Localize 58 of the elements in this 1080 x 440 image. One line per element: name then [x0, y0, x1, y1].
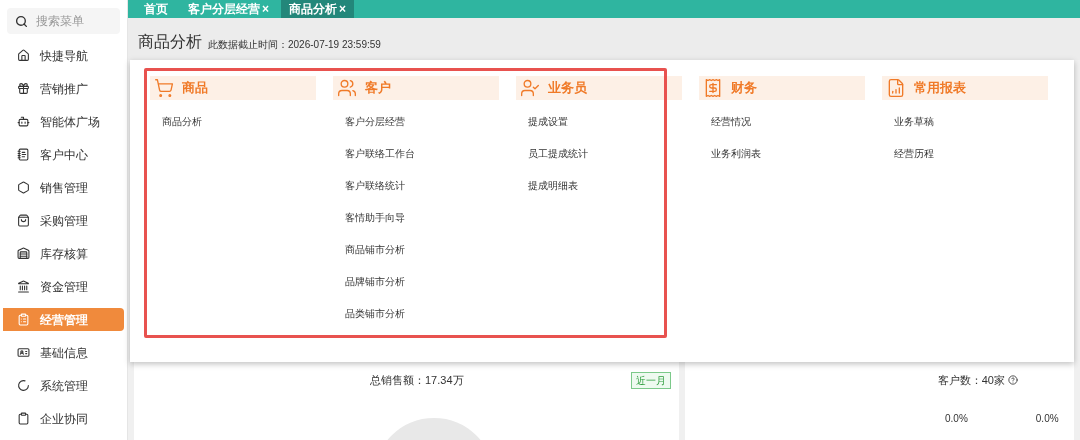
menu-item[interactable]: 提成明细表 — [528, 178, 682, 193]
sidebar-item[interactable]: 库存核算 — [3, 242, 124, 265]
menu-item[interactable]: 商品分析 — [162, 114, 316, 129]
robot-icon — [17, 115, 30, 128]
menu-item[interactable]: 客情助手向导 — [345, 210, 499, 225]
sidebar-item[interactable]: 智能体广场 — [3, 110, 124, 133]
percent-value: 0.0% — [945, 411, 968, 426]
menu-item[interactable]: 客户联络工作台 — [345, 146, 499, 161]
menu-item[interactable]: 客户分层经营 — [345, 114, 499, 129]
menu-group-header: 业务员 — [516, 76, 682, 100]
menu-item[interactable]: 业务利润表 — [711, 146, 865, 161]
sidebar-item[interactable]: 基础信息 — [3, 341, 124, 364]
help-icon[interactable] — [1008, 375, 1018, 386]
sidebar-item[interactable]: 销售管理 — [3, 176, 124, 199]
menu-group-header: 客户 — [333, 76, 499, 100]
receipt-icon — [703, 78, 723, 98]
sidebar-item[interactable]: 资金管理 — [3, 275, 124, 298]
menu-item[interactable]: 品牌铺市分析 — [345, 274, 499, 289]
people-icon — [337, 78, 357, 98]
page-title: 商品分析 — [138, 32, 202, 52]
report-icon — [886, 78, 906, 98]
data-cutoff-text: 此数据截止时间：2026-07-19 23:59:59 — [208, 38, 381, 52]
menu-group-header: 常用报表 — [882, 76, 1048, 100]
clipboard-icon — [17, 313, 30, 326]
hexagon-icon — [17, 181, 30, 194]
menu-item[interactable]: 提成设置 — [528, 114, 682, 129]
menu-group-header: 商品 — [150, 76, 316, 100]
menu-item[interactable]: 客户联络统计 — [345, 178, 499, 193]
cart-icon — [154, 78, 174, 98]
sidebar-item[interactable]: 系统管理 — [3, 374, 124, 397]
sidebar-item[interactable]: 采购管理 — [3, 209, 124, 232]
menu-item[interactable]: 经营历程 — [894, 146, 1048, 161]
sidebar-item[interactable]: 企业协同 — [3, 407, 124, 430]
search-icon — [15, 15, 28, 28]
close-icon[interactable]: × — [339, 0, 347, 18]
sidebar-item[interactable]: 客户中心 — [3, 143, 124, 166]
menu-item[interactable]: 业务草稿 — [894, 114, 1048, 129]
gift-icon — [17, 82, 30, 95]
warehouse-icon — [17, 247, 30, 260]
customer-count: 客户数：40家 — [937, 373, 1005, 388]
search-field[interactable]: 搜索菜单 — [7, 8, 120, 34]
menu-group-header: 财务 — [699, 76, 865, 100]
sales-total: 总销售额：17.34万 — [370, 373, 464, 388]
clipboard-icon — [17, 412, 30, 425]
menu-item[interactable]: 经营情况 — [711, 114, 865, 129]
bag-icon — [17, 214, 30, 227]
bank-icon — [17, 280, 30, 293]
notebook-icon — [17, 148, 30, 161]
person-icon — [520, 78, 540, 98]
menu-item[interactable]: 员工提成统计 — [528, 146, 682, 161]
sidebar-item[interactable]: 营销推广 — [3, 77, 124, 100]
id-card-icon — [17, 346, 30, 359]
menu-item[interactable]: 商品铺市分析 — [345, 242, 499, 257]
menu-item[interactable]: 品类铺市分析 — [345, 306, 499, 321]
sidebar-item[interactable]: 快捷导航 — [3, 44, 124, 67]
percent-value: 0.0% — [1035, 411, 1059, 426]
tab[interactable]: 商品分析 × — [281, 0, 355, 18]
home-icon — [17, 49, 30, 62]
